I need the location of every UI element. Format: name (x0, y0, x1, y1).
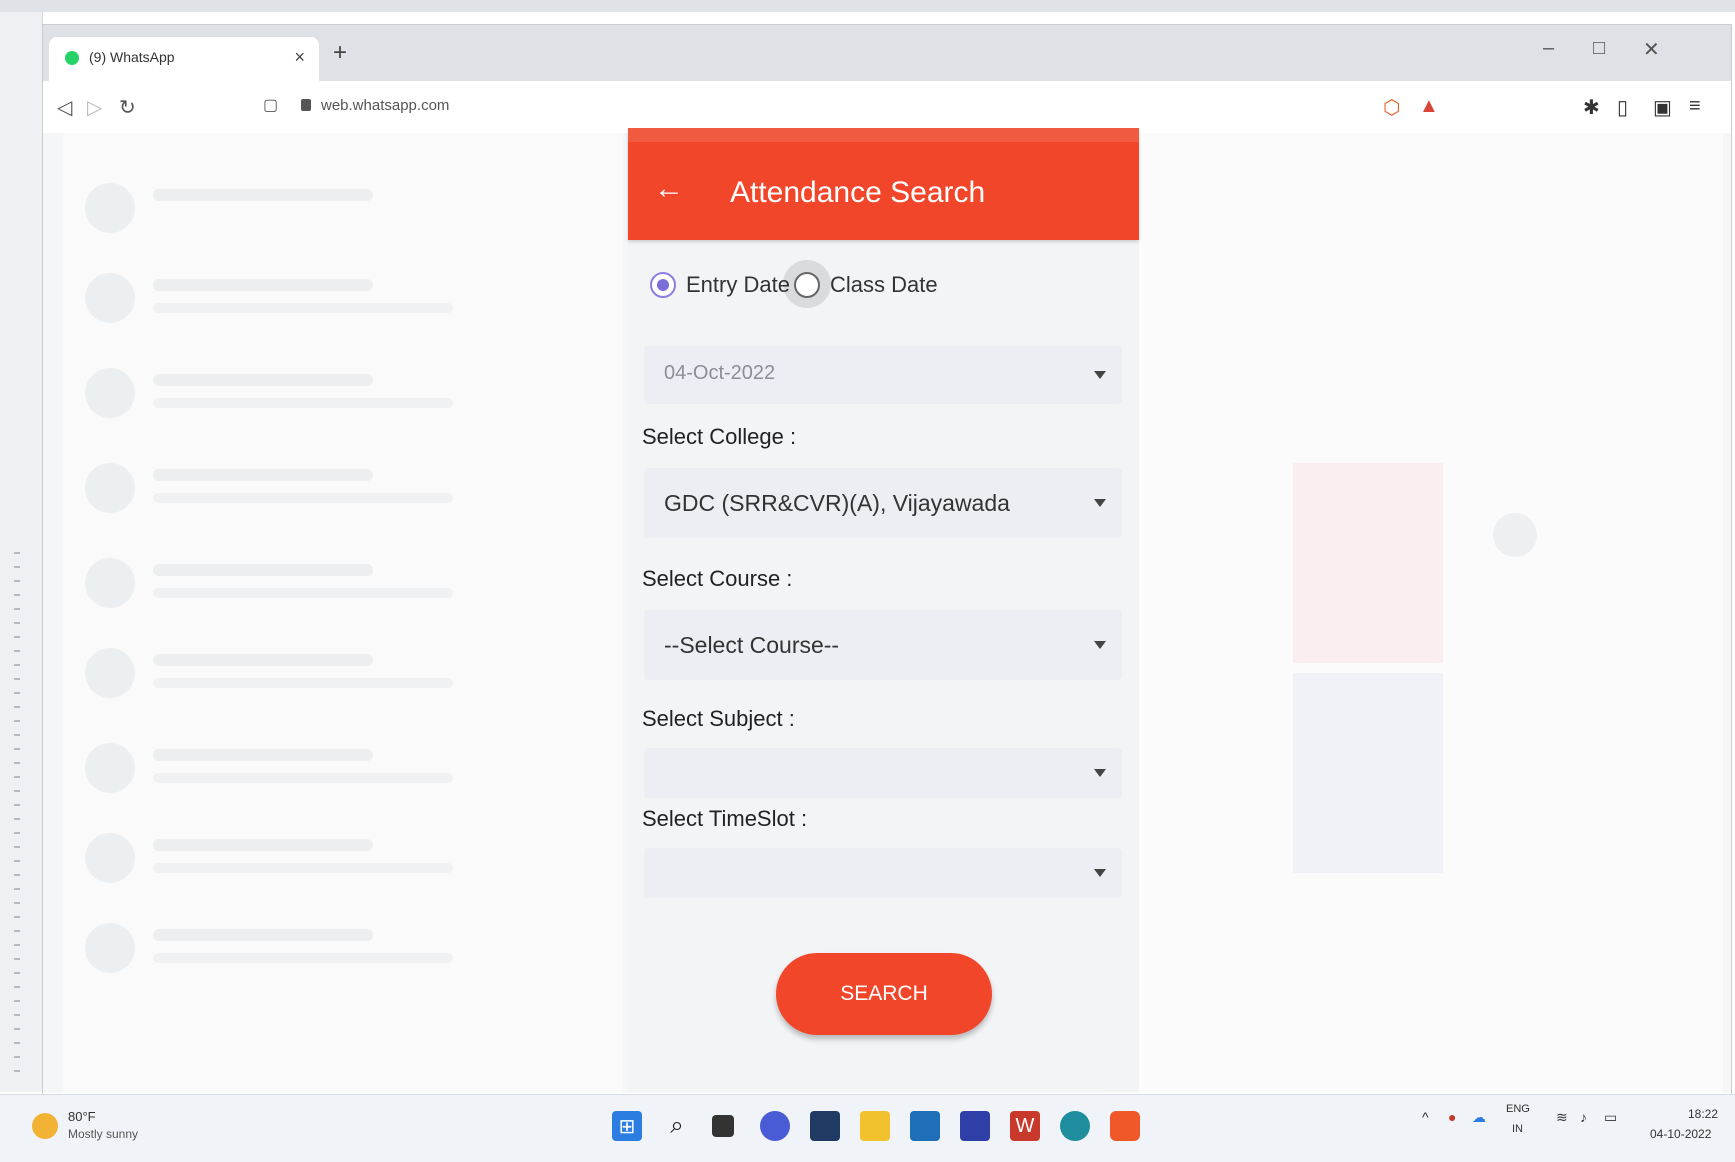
list-item (73, 638, 593, 708)
whatsapp-favicon-icon (65, 51, 79, 65)
chevron-down-icon (1094, 371, 1106, 379)
clock-date[interactable]: 04-10-2022 (1650, 1127, 1711, 1141)
clock-time[interactable]: 18:22 (1688, 1107, 1718, 1121)
search-icon[interactable]: ⌕ (662, 1111, 692, 1141)
course-select[interactable]: --Select Course-- (644, 610, 1122, 680)
search-button[interactable]: SEARCH (776, 953, 992, 1035)
minimize-button[interactable]: – (1543, 37, 1554, 60)
college-select[interactable]: GDC (SRR&CVR)(A), Vijayawada (644, 468, 1122, 538)
subject-select[interactable] (644, 748, 1122, 798)
left-side-panel (0, 12, 43, 1092)
chat-list (63, 133, 623, 1093)
store-icon[interactable] (910, 1111, 940, 1141)
list-item (73, 733, 593, 803)
class-date-label[interactable]: Class Date (830, 272, 938, 298)
chevron-down-icon (1094, 869, 1106, 877)
date-value: 04-Oct-2022 (664, 362, 776, 384)
reload-icon[interactable]: ↻ (119, 95, 136, 120)
task-view-icon[interactable] (712, 1115, 734, 1137)
battery-icon[interactable]: ▭ (1604, 1109, 1617, 1126)
tray-chevron-icon[interactable]: ^ (1422, 1109, 1429, 1125)
extensions-icon[interactable]: ✱ (1583, 95, 1600, 120)
widgets-icon[interactable] (810, 1111, 840, 1141)
bookmark-page-icon[interactable]: ▢ (263, 95, 278, 115)
chat-icon[interactable] (760, 1111, 790, 1141)
class-date-radio[interactable] (794, 272, 820, 298)
tab-whatsapp[interactable]: (9) WhatsApp × (49, 37, 319, 81)
rewards-icon[interactable]: ▲ (1419, 95, 1439, 118)
vertical-ruler (14, 552, 20, 1072)
sidebar-icon[interactable]: ▯ (1617, 95, 1628, 120)
next-arrow-icon[interactable] (1493, 513, 1537, 557)
chevron-down-icon (1094, 769, 1106, 777)
chevron-down-icon (1094, 499, 1106, 507)
app-icon[interactable] (960, 1111, 990, 1141)
file-explorer-icon[interactable] (860, 1111, 890, 1141)
chevron-down-icon (1094, 641, 1106, 649)
back-arrow-icon[interactable]: ← (654, 174, 684, 204)
language-indicator[interactable]: ENG (1506, 1103, 1530, 1115)
taskbar: 80°F Mostly sunny ⊞ ⌕ W ^ ● ☁ ENG IN ≋ ♪… (0, 1094, 1735, 1162)
url-text[interactable]: web.whatsapp.com (321, 97, 449, 114)
volume-icon[interactable]: ♪ (1580, 1109, 1587, 1125)
edge-icon[interactable] (1060, 1111, 1090, 1141)
weather-temp[interactable]: 80°F (68, 1109, 96, 1124)
list-item (73, 548, 593, 618)
region-indicator[interactable]: IN (1512, 1123, 1523, 1135)
entry-date-label[interactable]: Entry Date (686, 272, 790, 298)
back-icon[interactable]: ◁ (57, 95, 72, 120)
status-bar (628, 128, 1139, 142)
brave-shield-icon[interactable]: ⬡ (1383, 95, 1400, 120)
media-thumbnail (1293, 673, 1443, 873)
list-item (73, 913, 593, 983)
address-bar: ◁ ▷ ↻ ▢ web.whatsapp.com ⬡ ▲ ✱ ▯ ▣ ≡ (43, 81, 1731, 134)
desktop-top-strip (0, 0, 1735, 12)
course-label: Select Course : (642, 566, 793, 591)
forward-icon[interactable]: ▷ (87, 95, 102, 120)
timeslot-select[interactable] (644, 848, 1122, 898)
wps-icon[interactable]: W (1010, 1111, 1040, 1141)
entry-date-radio[interactable] (650, 272, 676, 298)
page-title: Attendance Search (730, 176, 986, 209)
lock-icon (301, 99, 311, 111)
brave-icon[interactable] (1110, 1111, 1140, 1141)
wifi-icon[interactable]: ≋ (1556, 1109, 1568, 1126)
maximize-button[interactable]: □ (1593, 37, 1605, 60)
course-value: --Select Course-- (664, 632, 840, 658)
tab-title: (9) WhatsApp (89, 49, 175, 65)
date-select[interactable]: 04-Oct-2022 (644, 346, 1122, 404)
list-item (73, 173, 593, 243)
tray-app-icon[interactable]: ● (1448, 1109, 1456, 1125)
menu-icon[interactable]: ≡ (1689, 95, 1701, 118)
list-item (73, 453, 593, 523)
college-label: Select College : (642, 424, 797, 449)
media-thumbnail (1293, 463, 1443, 663)
tab-bar: (9) WhatsApp × + – □ ✕ (43, 25, 1731, 81)
tab-close-icon[interactable]: × (294, 47, 305, 68)
list-item (73, 358, 593, 428)
timeslot-label: Select TimeSlot : (642, 806, 808, 831)
close-window-button[interactable]: ✕ (1643, 37, 1660, 62)
college-value: GDC (SRR&CVR)(A), Vijayawada (664, 490, 1010, 516)
list-item (73, 823, 593, 893)
app-bar: ← Attendance Search (628, 128, 1139, 240)
tray-cloud-icon[interactable]: ☁ (1472, 1109, 1486, 1126)
windows-start-icon[interactable]: ⊞ (612, 1111, 642, 1141)
new-tab-button[interactable]: + (333, 39, 347, 67)
subject-label: Select Subject : (642, 706, 795, 731)
wallet-icon[interactable]: ▣ (1653, 95, 1672, 120)
weather-desc[interactable]: Mostly sunny (68, 1127, 138, 1141)
list-item (73, 263, 593, 333)
attendance-app-screen: ← Attendance Search Entry Date Class Dat… (628, 128, 1139, 1092)
weather-sun-icon[interactable] (32, 1113, 58, 1139)
